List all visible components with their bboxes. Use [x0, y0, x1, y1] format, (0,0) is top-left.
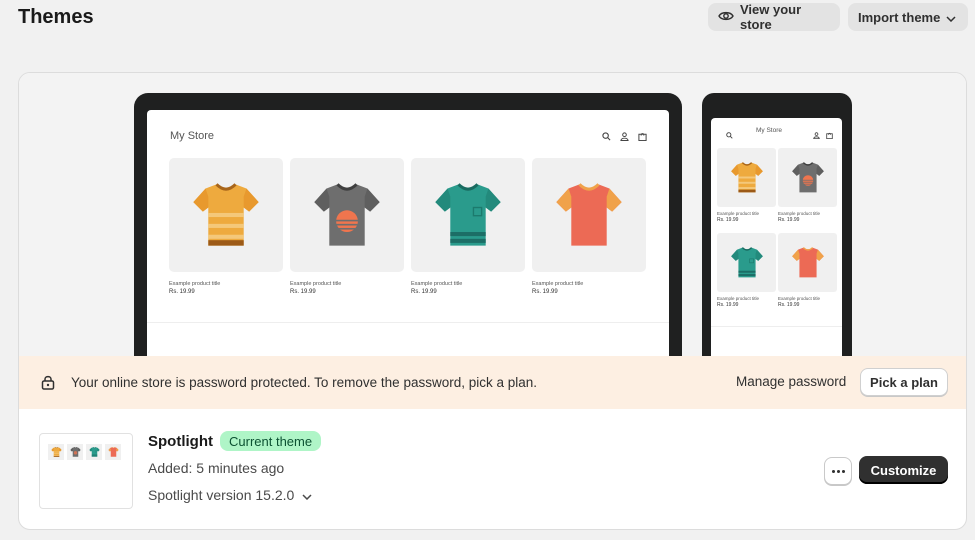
product-card[interactable]: Example product title Rs. 19.99	[411, 158, 525, 295]
import-theme-button[interactable]: Import theme	[848, 3, 968, 31]
tshirt-icon	[730, 247, 763, 278]
product-grid-mobile: Example product title Rs. 19.99 Example pr…	[717, 148, 837, 316]
product-title: Example product title	[717, 211, 760, 216]
product-title: Example product title	[778, 211, 821, 216]
store-name: My Store	[756, 127, 783, 134]
theme-added-time: Added: 5 minutes ago	[148, 460, 285, 476]
product-title: Example product title	[169, 281, 221, 287]
product-price: Rs. 19.99	[717, 217, 739, 223]
cart-icon	[638, 128, 647, 146]
tshirt-icon	[791, 162, 824, 193]
import-theme-label: Import theme	[858, 9, 941, 25]
product-card[interactable]: Example product title Rs. 19.99	[532, 158, 646, 295]
pick-plan-button[interactable]: Pick a plan	[860, 368, 948, 396]
mobile-preview-screen: My Store Example product title Rs. 19.99 E…	[711, 118, 842, 356]
current-theme-badge: Current theme	[220, 431, 322, 451]
chevron-down-icon	[302, 487, 312, 503]
product-card[interactable]: Example product title Rs. 19.99	[778, 148, 837, 231]
view-store-button[interactable]: View your store	[708, 2, 840, 32]
product-price: Rs. 19.99	[778, 217, 800, 223]
product-title: Example product title	[411, 281, 463, 287]
tshirt-icon	[730, 162, 763, 193]
theme-version-dropdown[interactable]: Spotlight version 15.2.0	[148, 487, 312, 503]
product-price: Rs. 19.99	[411, 289, 437, 295]
product-card[interactable]: Example product title Rs. 19.99	[717, 233, 776, 316]
tshirt-icon	[556, 183, 622, 246]
product-title: Example product title	[717, 296, 760, 301]
search-icon	[602, 128, 611, 146]
tshirt-icon	[193, 183, 259, 246]
product-image	[778, 148, 837, 207]
chevron-down-icon	[946, 10, 956, 25]
theme-thumbnail[interactable]	[39, 433, 133, 509]
page-title: Themes	[18, 6, 94, 28]
eye-icon	[718, 10, 734, 25]
current-theme-row: Spotlight Current theme Added: 5 minutes…	[19, 409, 966, 529]
more-actions-button[interactable]	[824, 457, 852, 485]
cart-icon	[826, 126, 833, 144]
theme-name: Spotlight	[148, 433, 213, 450]
product-image	[717, 148, 776, 207]
lock-icon	[41, 375, 55, 395]
product-image	[411, 158, 525, 272]
product-price: Rs. 19.99	[532, 289, 558, 295]
product-card[interactable]: Example product title Rs. 19.99	[778, 233, 837, 316]
store-name: My Store	[170, 130, 215, 142]
product-image	[532, 158, 646, 272]
customize-button[interactable]: Customize	[859, 456, 948, 484]
thumbnail-product	[48, 444, 64, 460]
mobile-preview: My Store Example product title Rs. 19.99 E…	[702, 93, 852, 356]
product-title: Example product title	[290, 281, 342, 287]
product-title: Example product title	[778, 296, 821, 301]
product-image	[717, 233, 776, 292]
theme-version-label: Spotlight version 15.2.0	[148, 487, 295, 503]
password-banner-message: Your online store is password protected.…	[71, 375, 538, 390]
theme-preview[interactable]: My Store Example product title Rs. 19.99 E…	[19, 73, 966, 356]
tshirt-icon	[435, 183, 501, 246]
account-icon	[620, 128, 629, 146]
thumbnail-product	[67, 444, 83, 460]
thumbnail-product	[105, 444, 121, 460]
product-price: Rs. 19.99	[778, 302, 800, 308]
tshirt-icon	[791, 247, 824, 278]
product-grid-desktop: Example product title Rs. 19.99 Example pr…	[169, 158, 646, 295]
product-price: Rs. 19.99	[169, 289, 195, 295]
product-title: Example product title	[532, 281, 584, 287]
product-price: Rs. 19.99	[290, 289, 316, 295]
ellipsis-icon	[831, 469, 835, 473]
search-icon	[726, 126, 733, 144]
tshirt-icon	[314, 183, 380, 246]
account-icon	[813, 126, 820, 144]
desktop-preview: My Store Example product title Rs. 19.99 E…	[134, 93, 682, 356]
product-card[interactable]: Example product title Rs. 19.99	[290, 158, 404, 295]
product-image	[778, 233, 837, 292]
password-banner: Your online store is password protected.…	[19, 356, 966, 409]
view-store-label: View your store	[740, 2, 802, 32]
product-image	[290, 158, 404, 272]
thumbnail-product	[86, 444, 102, 460]
product-price: Rs. 19.99	[717, 302, 739, 308]
product-image	[169, 158, 283, 272]
theme-card: My Store Example product title Rs. 19.99 E…	[18, 72, 967, 530]
product-card[interactable]: Example product title Rs. 19.99	[169, 158, 283, 295]
product-card[interactable]: Example product title Rs. 19.99	[717, 148, 776, 231]
desktop-preview-screen: My Store Example product title Rs. 19.99 E…	[147, 110, 669, 356]
manage-password-link[interactable]: Manage password	[736, 374, 846, 389]
